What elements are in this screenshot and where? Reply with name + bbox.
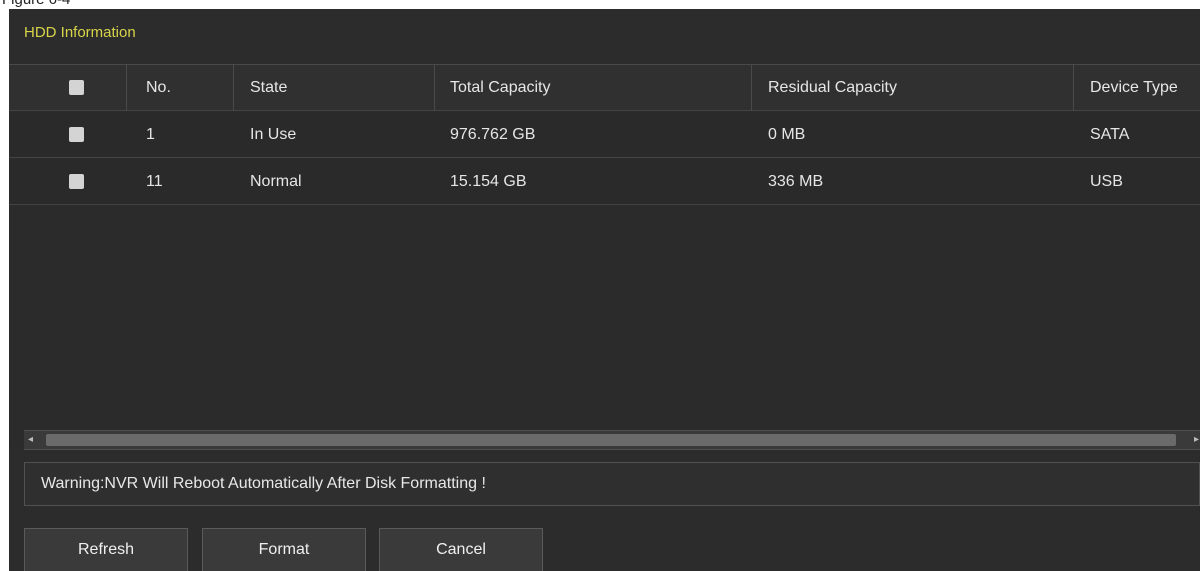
cell-total-capacity: 15.154 GB [450,173,527,190]
hdd-table: No. State Total Capacity Residual Capaci… [9,64,1200,447]
cell-residual-capacity: 336 MB [768,173,824,190]
cell-no: 11 [146,173,163,190]
page-caption: Figure 6-4 [2,0,70,8]
cell-state: Normal [250,173,302,190]
header-no[interactable]: No. [146,65,171,111]
hdd-information-panel: HDD Information No. State Total Capacity… [9,9,1200,571]
scrollbar-thumb[interactable] [46,434,1176,446]
warning-box: Warning:NVR Will Reboot Automatically Af… [24,462,1200,506]
column-divider [1073,65,1074,111]
column-divider [751,65,752,111]
caption-strip: Figure 6-4 [0,0,1200,9]
cell-state: In Use [250,126,297,143]
format-button[interactable]: Format [202,528,366,571]
header-total-capacity[interactable]: Total Capacity [450,65,551,111]
warning-text: Warning:NVR Will Reboot Automatically Af… [41,475,486,492]
screenshot-frame: Figure 6-4 HDD Information No. State Tot… [0,0,1200,571]
column-divider [434,65,435,111]
header-residual-capacity[interactable]: Residual Capacity [768,65,897,111]
table-row[interactable]: 1 In Use 976.762 GB 0 MB SATA [9,112,1200,158]
cell-total-capacity: 976.762 GB [450,126,536,143]
cell-device-type: SATA [1090,126,1130,143]
scroll-left-arrow-icon[interactable]: ◂ [28,434,33,446]
refresh-button[interactable]: Refresh [24,528,188,571]
table-row[interactable]: 11 Normal 15.154 GB 336 MB USB [9,159,1200,205]
header-state[interactable]: State [250,65,287,111]
row-checkbox[interactable] [69,127,84,142]
horizontal-scrollbar[interactable]: ◂ ▸ [24,430,1200,450]
section-title: HDD Information [24,24,136,41]
scroll-right-arrow-icon[interactable]: ▸ [1194,434,1199,446]
table-header-row: No. State Total Capacity Residual Capaci… [9,65,1200,111]
select-all-checkbox[interactable] [69,80,84,95]
header-device-type[interactable]: Device Type [1090,65,1178,111]
cancel-button[interactable]: Cancel [379,528,543,571]
column-divider [126,65,127,111]
cell-device-type: USB [1090,173,1123,190]
column-divider [233,65,234,111]
row-checkbox[interactable] [69,174,84,189]
cell-no: 1 [146,126,155,143]
cell-residual-capacity: 0 MB [768,126,806,143]
